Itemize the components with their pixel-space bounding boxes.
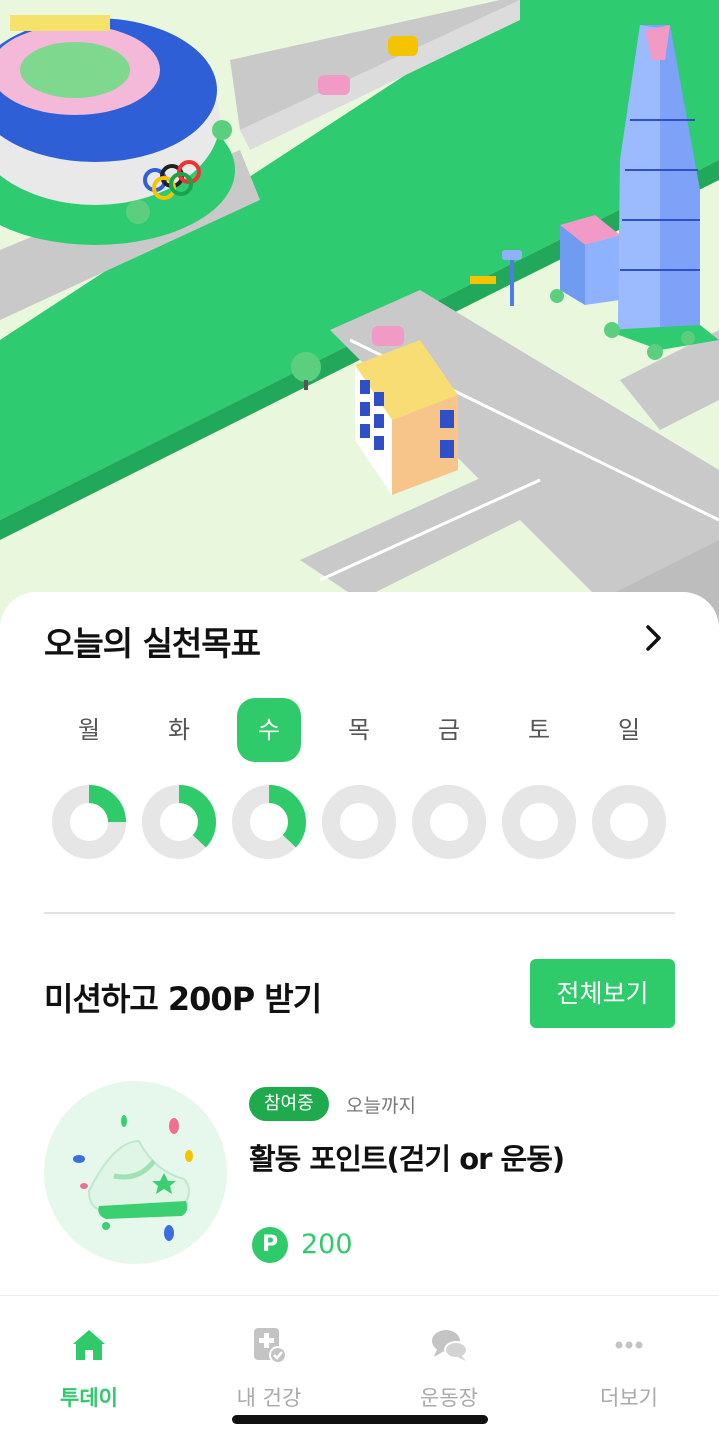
nav-label-more: 더보기 — [600, 1386, 658, 1410]
day-mon[interactable]: 월 — [57, 698, 121, 762]
progress-ring-track — [592, 785, 666, 859]
chat-bubbles-icon — [432, 1330, 468, 1361]
nav-label-today: 투데이 — [60, 1386, 118, 1410]
nav-item-more[interactable]: 더보기 — [569, 1320, 689, 1410]
more-dots-icon — [615, 1341, 643, 1349]
sneaker-icon[interactable] — [44, 1081, 227, 1264]
progress-ring-sat — [502, 785, 576, 859]
day-wed-selected[interactable]: 수 — [237, 698, 301, 762]
day-tue[interactable]: 화 — [147, 698, 211, 762]
day-sun[interactable]: 일 — [597, 698, 661, 762]
progress-ring-wed — [232, 785, 306, 859]
status-badge: 참여중 — [249, 1087, 329, 1121]
progress-ring-tue — [142, 785, 216, 859]
nav-item-playground[interactable]: 운동장 — [389, 1320, 509, 1410]
point-icon: P — [252, 1227, 288, 1263]
mission-name[interactable]: 활동 포인트(걷기 or 운동) — [249, 1136, 565, 1178]
progress-ring-track — [412, 785, 486, 859]
home-icon — [73, 1330, 105, 1360]
nav-item-today[interactable]: 투데이 — [29, 1320, 149, 1410]
progress-ring-track — [322, 785, 396, 859]
view-all-button[interactable]: 전체보기 — [530, 959, 675, 1028]
section-divider — [44, 912, 675, 914]
nav-label-playground: 운동장 — [420, 1386, 478, 1410]
progress-ring-mon — [52, 785, 126, 859]
point-value: 200 — [301, 1229, 353, 1260]
day-fri[interactable]: 금 — [417, 698, 481, 762]
day-thu[interactable]: 목 — [327, 698, 391, 762]
city-map-illustration — [0, 0, 719, 640]
nav-item-my-health[interactable]: 내 건강 — [209, 1320, 329, 1410]
day-sat[interactable]: 토 — [507, 698, 571, 762]
progress-ring-thu — [322, 785, 396, 859]
mission-section-title: 미션하고 200P 받기 — [44, 980, 322, 1018]
home-indicator — [232, 1415, 488, 1424]
nav-label-my-health: 내 건강 — [236, 1386, 302, 1410]
progress-ring-sun — [592, 785, 666, 859]
health-record-icon — [254, 1328, 287, 1364]
progress-ring-fri — [412, 785, 486, 859]
deadline-text: 오늘까지 — [346, 1095, 416, 1117]
progress-ring-track — [502, 785, 576, 859]
goal-section-title: 오늘의 실천목표 — [44, 624, 261, 663]
chevron-right-icon[interactable] — [638, 622, 670, 654]
